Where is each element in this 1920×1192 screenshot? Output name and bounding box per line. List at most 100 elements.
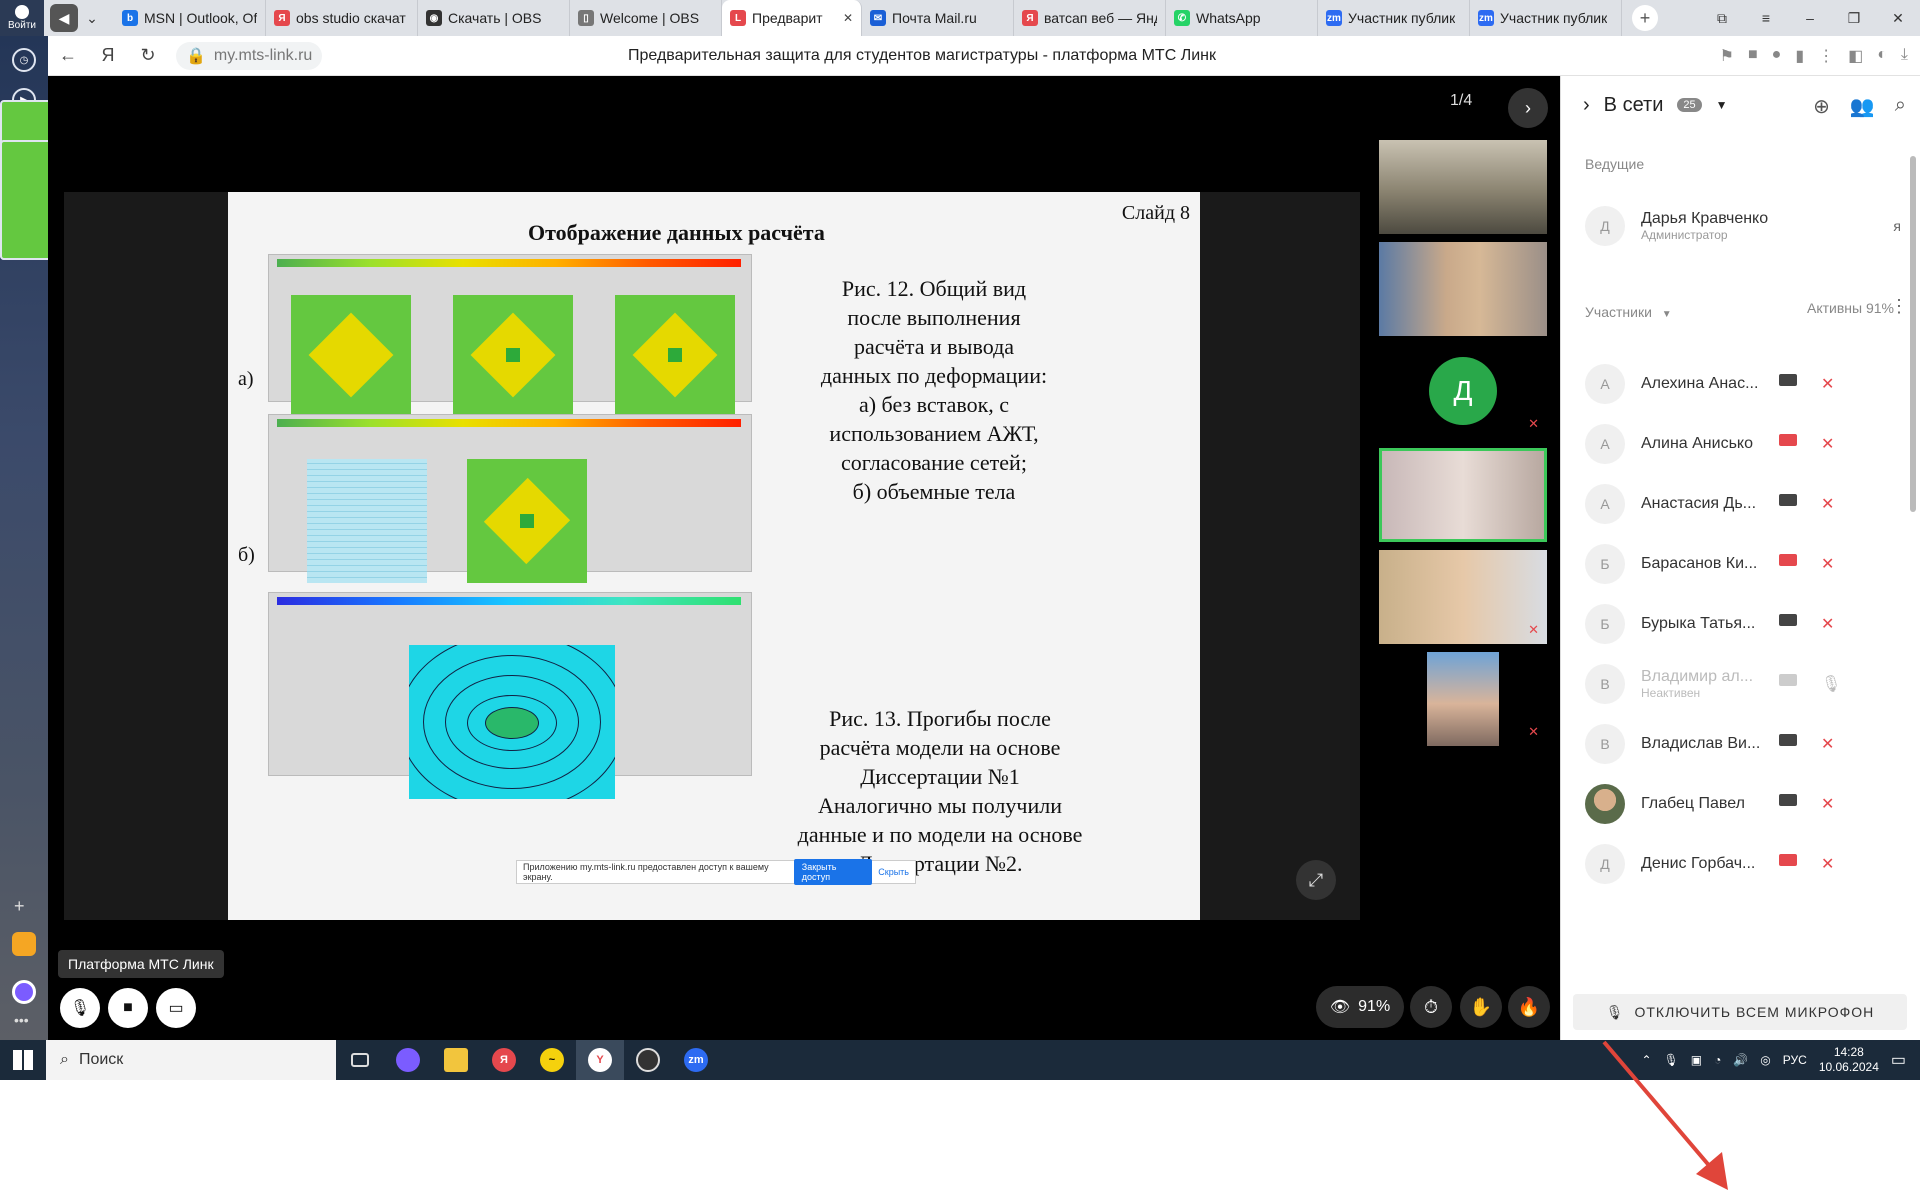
more-options-icon[interactable]: ⋮ [1890,296,1908,317]
language-indicator[interactable]: РУС [1783,1053,1807,1067]
browser-tab[interactable]: L Предварит ✕ [722,0,862,36]
new-tab-button[interactable]: + [1632,5,1658,31]
alice-icon[interactable] [12,980,36,1004]
participant-row[interactable]: А Алина Анисько ✕ [1585,416,1901,472]
timer-button[interactable]: ⏱ [1410,986,1452,1028]
add-participant-icon[interactable]: ⊕ [1813,94,1830,119]
search-icon[interactable]: ⌕ [1895,94,1906,119]
yandex-browser-app[interactable]: Y [576,1040,624,1080]
reactions-button[interactable]: 🔥 [1508,986,1550,1028]
task-view-button[interactable] [336,1040,384,1080]
shield-icon[interactable]: ◐ [1877,46,1887,66]
tab-manager-icon[interactable]: ⧉ [1700,10,1744,27]
participant-row[interactable]: А Алехина Анас... ✕ [1585,356,1901,412]
back-button[interactable]: ← [48,45,88,66]
chevron-down-icon[interactable]: ▼ [1716,98,1728,112]
more-icon[interactable]: ⋮ [1818,46,1834,66]
mic-muted-icon[interactable]: ✕ [1821,794,1834,814]
mic-muted-icon[interactable]: ✕ [1821,854,1834,874]
camera-off-icon[interactable] [1779,434,1797,446]
participant-row[interactable]: Глабец Павел ✕ [1585,776,1901,832]
audience-attention-button[interactable]: 👁 91% [1316,986,1404,1028]
participant-row[interactable]: Б Барасанов Ки... ✕ [1585,536,1901,592]
add-icon[interactable]: + [14,896,25,917]
more-icon[interactable]: ••• [14,1012,29,1028]
mute-all-button[interactable]: 🎙 ОТКЛЮЧИТЬ ВСЕМ МИКРОФОН [1573,994,1907,1030]
camera-off-icon[interactable] [1779,554,1797,566]
browser-tab[interactable]: ▯ Welcome | OBS [570,0,722,36]
next-page-button[interactable]: › [1508,88,1548,128]
stop-sharing-button[interactable]: Закрыть доступ [793,859,873,885]
host-row[interactable]: Д Дарья Кравченко Администратор я [1585,198,1901,254]
camera-icon[interactable] [1779,794,1797,806]
participant-row[interactable]: В Владимир ал... Неактивен 🎙 [1585,656,1901,712]
fullscreen-button[interactable]: ⤢ [1296,860,1336,900]
reload-button[interactable]: ↻ [128,45,168,66]
download-icon[interactable]: ⤓ [1901,46,1908,66]
profile-button[interactable]: Войти [0,0,44,36]
browser-tab[interactable]: Яobs studio скачат [266,0,418,36]
camera-button[interactable]: ■ [108,988,148,1028]
screen-share-button[interactable]: ▭ [156,988,196,1028]
extensions-icon[interactable]: ◧ [1848,46,1863,66]
video-tile-active-speaker[interactable] [1379,448,1547,542]
close-window-button[interactable]: ✕ [1876,10,1920,27]
obs-app[interactable] [624,1040,672,1080]
url-field[interactable]: 🔒 my.mts-link.ru [176,41,323,70]
mic-muted-icon[interactable]: ✕ [1821,554,1834,574]
participant-row[interactable]: Д Денис Горбач... ✕ [1585,836,1901,892]
scrollbar[interactable] [1910,156,1916,512]
video-tile[interactable]: ✕ [1379,550,1547,644]
microphone-button[interactable]: 🎙 [60,988,100,1028]
menu-icon[interactable]: ≡ [1744,10,1788,27]
browser-tab[interactable]: b MSN | Outlook, Of [114,0,266,36]
minimize-button[interactable]: – [1788,10,1832,27]
mic-muted-icon[interactable]: ✕ [1821,734,1834,754]
history-icon[interactable]: ◷ [12,48,36,72]
mic-muted-icon[interactable]: ✕ [1821,434,1834,454]
browser-tab[interactable]: zm Участник публик [1318,0,1470,36]
camera-icon[interactable] [1779,674,1797,686]
clock[interactable]: 14:28 10.06.2024 [1819,1045,1879,1075]
camera-icon[interactable] [1779,494,1797,506]
audio-icon[interactable]: ◀ [50,4,78,32]
security-icon[interactable]: ◎ [1760,1053,1770,1067]
mail-app-icon[interactable] [12,932,36,956]
browser-tab[interactable]: ✆ WhatsApp [1166,0,1318,36]
bookmark-icon[interactable]: ▮ [1795,46,1804,66]
mic-muted-icon[interactable]: ✕ [1821,374,1834,394]
browser-tab[interactable]: Яватсап веб — Янд [1014,0,1166,36]
alice-app[interactable] [384,1040,432,1080]
notifications-icon[interactable]: ▭ [1891,1050,1906,1070]
mic-muted-icon[interactable]: ✕ [1821,614,1834,634]
participant-row[interactable]: В Владислав Ви... ✕ [1585,716,1901,772]
mic-permission-icon[interactable]: ● [1772,46,1782,66]
zoom-app[interactable]: zm [672,1040,720,1080]
camera-icon[interactable] [1779,614,1797,626]
camera-icon[interactable] [1779,734,1797,746]
video-tile[interactable]: ✕ [1379,652,1547,746]
camera-permission-icon[interactable]: ■ [1748,46,1758,66]
beeline-app[interactable]: ~ [528,1040,576,1080]
mic-muted-icon[interactable]: ✕ [1821,494,1834,514]
yandex-app[interactable]: Я [480,1040,528,1080]
camera-icon[interactable] [1779,374,1797,386]
yandex-home-icon[interactable]: Я [88,45,128,66]
participant-row[interactable]: А Анастасия Дь... ✕ [1585,476,1901,532]
browser-tab[interactable]: ◉ Скачать | OBS [418,0,570,36]
video-tile[interactable] [1379,140,1547,234]
video-tile[interactable]: Д ✕ [1379,344,1547,438]
collapse-panel-icon[interactable]: › [1583,94,1590,117]
people-icon[interactable]: 👥 [1850,94,1875,119]
translate-icon[interactable]: ⚑ [1720,46,1734,66]
participants-filter[interactable]: Участники ▼ [1585,304,1672,320]
file-explorer-app[interactable] [432,1040,480,1080]
participant-row[interactable]: Б Бурыка Татья... ✕ [1585,596,1901,652]
video-tile[interactable] [1379,242,1547,336]
taskbar-search[interactable]: ⌕ Поиск [46,1040,336,1080]
camera-off-icon[interactable] [1779,854,1797,866]
start-button[interactable] [0,1040,46,1080]
mic-icon[interactable]: 🎙 [1821,674,1841,694]
restore-button[interactable]: ❐ [1832,10,1876,27]
hide-notice-button[interactable]: Скрыть [878,867,909,877]
